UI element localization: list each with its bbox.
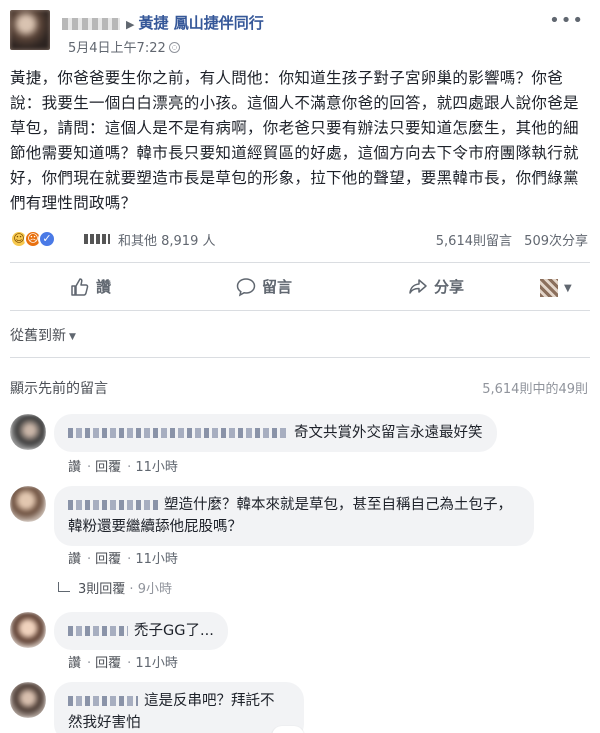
- comment-time[interactable]: 11小時: [135, 656, 178, 671]
- like-reaction-icon: ✓: [38, 230, 56, 248]
- commenter-avatar[interactable]: [10, 486, 46, 522]
- share-count[interactable]: 509次分享: [524, 230, 588, 249]
- reaction-icons[interactable]: ☺ ☹ ✓: [10, 230, 70, 250]
- comment-reply-link[interactable]: 回覆: [95, 656, 121, 671]
- author-name[interactable]: ▶ 黃捷 鳳山捷伴同行: [62, 12, 264, 33]
- comment-bubble: 這是反串吧？拜託不然我好害怕 ✓1: [54, 682, 304, 733]
- thumbs-up-icon: [71, 277, 89, 296]
- comment-bubble: 禿子GG了...: [54, 612, 228, 650]
- comment-pagination-count: 5,614則中的49則: [482, 382, 588, 397]
- comment-like-link[interactable]: 讚: [68, 460, 81, 475]
- arrow-right-icon: ▶: [126, 18, 135, 31]
- reply-arrow-icon: [58, 582, 70, 592]
- comment-meta: 讚 · 回覆 · 11小時: [68, 656, 178, 671]
- reaction-count[interactable]: 和其他 8,919 人: [118, 230, 215, 249]
- divider: [10, 357, 590, 358]
- commenter-avatar[interactable]: [10, 414, 46, 450]
- divider: [10, 310, 590, 311]
- post-timestamp[interactable]: 5月4日上午7:22: [68, 37, 180, 56]
- comment-reply-link[interactable]: 回覆: [95, 552, 121, 567]
- reaction-audience-selector[interactable]: ▼: [540, 278, 574, 298]
- comment-count[interactable]: 5,614則留言: [436, 230, 512, 249]
- commenter-avatar[interactable]: [10, 612, 46, 648]
- masked-commenter-name[interactable]: [68, 696, 138, 706]
- chevron-down-icon: ▼: [69, 332, 76, 342]
- comment-reply-link[interactable]: 回覆: [95, 460, 121, 475]
- comment-like-link[interactable]: 讚: [68, 656, 81, 671]
- share-arrow-icon: [409, 278, 427, 294]
- chevron-down-icon: ▼: [564, 282, 572, 294]
- comment-like-link[interactable]: 讚: [68, 552, 81, 567]
- masked-commenter-name[interactable]: [68, 500, 158, 510]
- previous-comments-row: 顯示先前的留言 5,614則中的49則: [0, 372, 600, 402]
- masked-reactor-name: [84, 234, 110, 244]
- comment-bubble-icon: [236, 277, 256, 296]
- masked-commenter-name[interactable]: [68, 428, 288, 438]
- post-header: ▶ 黃捷 鳳山捷伴同行 5月4日上午7:22 •••: [10, 8, 590, 56]
- share-button[interactable]: 分享: [408, 276, 464, 297]
- masked-commenter-name[interactable]: [68, 626, 128, 636]
- like-button[interactable]: 讚: [70, 276, 111, 297]
- more-icon[interactable]: •••: [549, 10, 584, 31]
- post-text: 黃捷，你爸爸要生你之前，有人問他：你知道生孩子對子宮卵巢的影響嗎？你爸說：我要生…: [10, 69, 579, 212]
- commenter-avatar[interactable]: [10, 682, 46, 718]
- reaction-summary-row: ☺ ☹ ✓ 和其他 8,919 人 5,614則留言 509次分享: [10, 226, 590, 254]
- comment-meta: 讚 · 回覆 · 11小時: [68, 460, 178, 475]
- masked-name: [62, 17, 120, 30]
- comment-bubble: 塑造什麼？韓本來就是草包，甚至自稱自己為土包子，韓粉還要繼續舔他屁股嗎？: [54, 486, 534, 546]
- profile-thumbnail: [540, 279, 558, 297]
- comment-time[interactable]: 11小時: [135, 460, 178, 475]
- comment-sort-dropdown[interactable]: 從舊到新 ▼: [10, 325, 76, 345]
- comment-reaction-count[interactable]: ✓1: [272, 726, 304, 733]
- show-previous-comments-link[interactable]: 顯示先前的留言: [10, 378, 108, 398]
- globe-icon: [168, 42, 180, 53]
- divider: [10, 262, 590, 263]
- comment-bubble: 奇文共賞外交留言永遠最好笑: [54, 414, 497, 452]
- comment-meta: 讚 · 回覆 · 11小時: [68, 552, 178, 567]
- post-action-bar: 讚 留言 分享 ▼: [10, 270, 590, 308]
- comment-time[interactable]: 11小時: [135, 552, 178, 567]
- author-avatar[interactable]: [10, 10, 50, 50]
- view-replies-link[interactable]: 3則回覆 · 9小時: [58, 578, 172, 597]
